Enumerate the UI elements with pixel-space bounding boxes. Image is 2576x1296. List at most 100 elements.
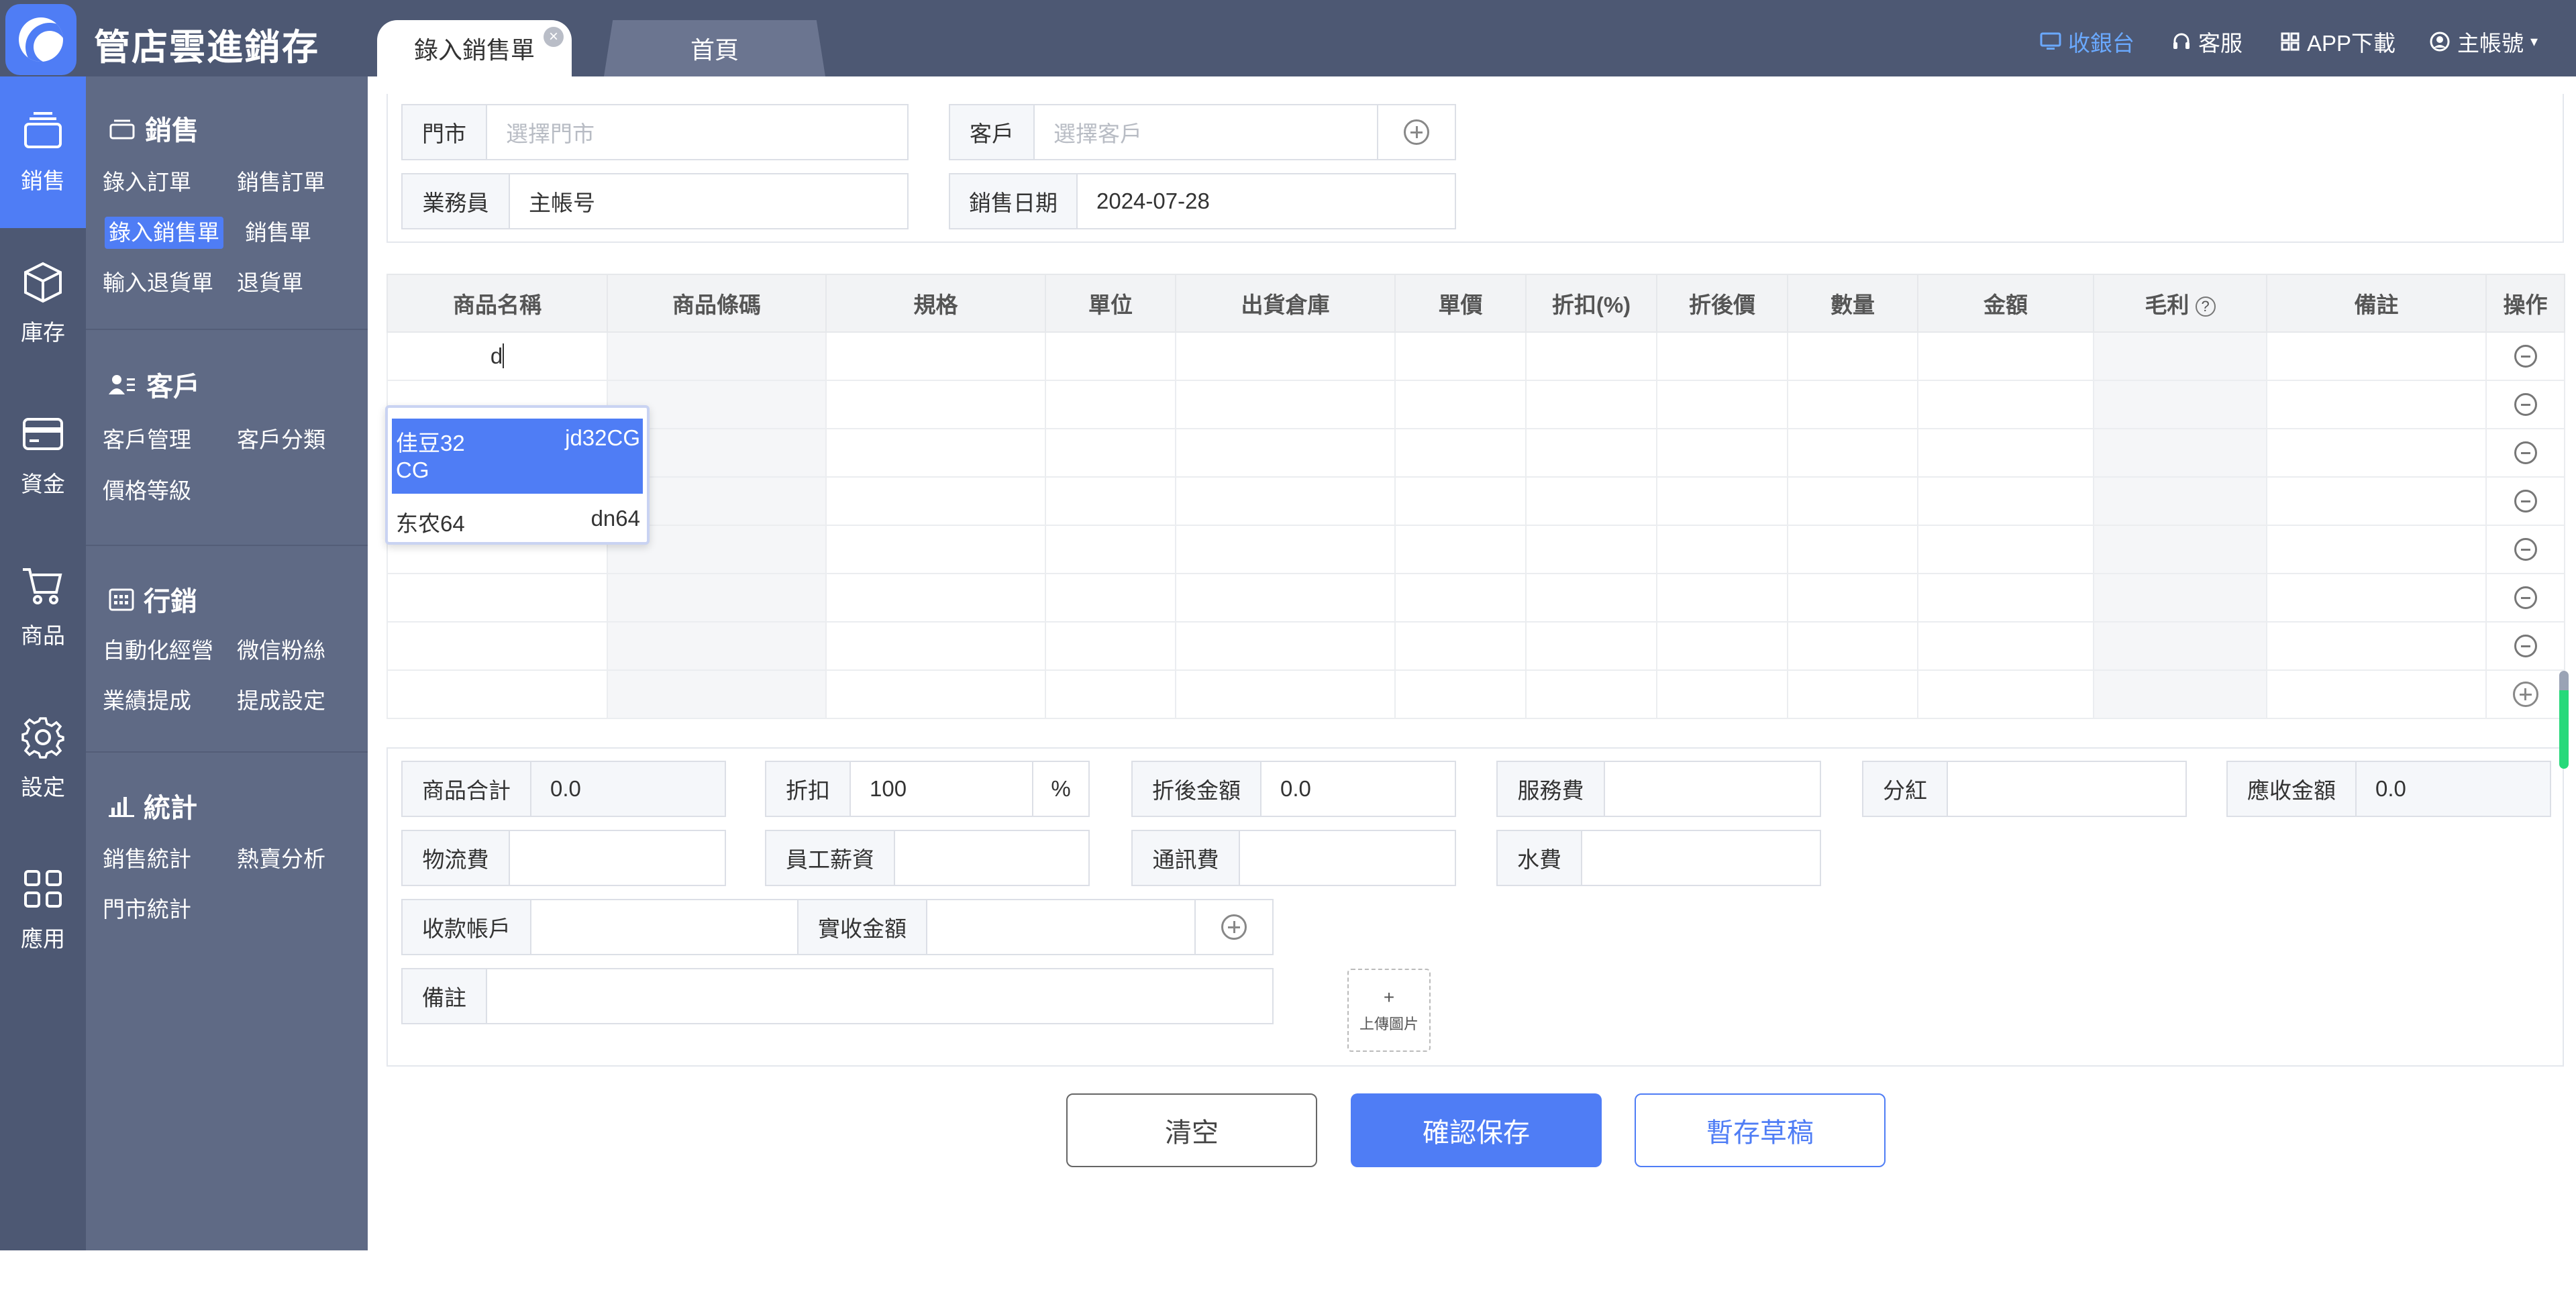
product-name-cell[interactable]: d bbox=[387, 331, 608, 381]
link-wechat-fans[interactable]: 微信粉絲 bbox=[233, 635, 329, 667]
remark-field[interactable]: 備註 bbox=[401, 968, 1274, 1024]
discounted-amount-field[interactable]: 折後金額 0.0 bbox=[1131, 761, 1456, 817]
help-circle-icon[interactable]: ? bbox=[2195, 296, 2216, 317]
table-cell[interactable] bbox=[1787, 573, 1918, 623]
link-return-slip[interactable]: 退貨單 bbox=[233, 267, 307, 299]
table-cell[interactable] bbox=[2266, 380, 2487, 429]
table-cell[interactable] bbox=[1045, 380, 1176, 429]
table-cell[interactable] bbox=[1917, 573, 2094, 623]
table-cell[interactable] bbox=[607, 621, 827, 671]
table-cell[interactable] bbox=[2093, 331, 2267, 381]
table-cell[interactable] bbox=[2093, 573, 2267, 623]
cashier-link[interactable]: 收銀台 bbox=[2040, 25, 2134, 58]
add-row-icon[interactable] bbox=[2512, 682, 2538, 707]
salesperson-field[interactable]: 業務員 主帳号 bbox=[401, 173, 909, 229]
logistics-fee-field[interactable]: 物流費 bbox=[401, 830, 726, 886]
confirm-save-button[interactable]: 確認保存 bbox=[1351, 1093, 1602, 1167]
remove-row-icon[interactable] bbox=[2514, 538, 2537, 561]
table-cell[interactable] bbox=[1525, 525, 1657, 574]
nav-sales[interactable]: 銷售 bbox=[0, 76, 86, 228]
table-cell[interactable] bbox=[825, 621, 1046, 671]
table-cell[interactable] bbox=[1787, 476, 1918, 526]
table-cell[interactable] bbox=[1525, 621, 1657, 671]
table-cell[interactable] bbox=[2266, 476, 2487, 526]
table-cell[interactable] bbox=[1045, 621, 1176, 671]
link-customer-category[interactable]: 客戶分類 bbox=[233, 424, 329, 456]
table-cell[interactable] bbox=[1394, 380, 1527, 429]
tab-home[interactable]: 首頁 bbox=[604, 20, 825, 76]
nav-products[interactable]: 商品 bbox=[0, 531, 86, 683]
water-fee-field[interactable]: 水費 bbox=[1496, 830, 1821, 886]
upload-image-button[interactable]: + 上傳圖片 bbox=[1347, 969, 1431, 1052]
discount-field[interactable]: 折扣 100 % bbox=[765, 761, 1090, 817]
table-cell[interactable] bbox=[1394, 573, 1527, 623]
table-cell[interactable] bbox=[1394, 331, 1527, 381]
table-cell[interactable] bbox=[1787, 525, 1918, 574]
link-commission-settings[interactable]: 提成設定 bbox=[233, 685, 329, 717]
remove-row-icon[interactable] bbox=[2514, 345, 2537, 368]
nav-funds[interactable]: 資金 bbox=[0, 380, 86, 531]
link-store-stats[interactable]: 門市統計 bbox=[99, 894, 195, 926]
table-cell[interactable] bbox=[1045, 525, 1176, 574]
table-cell[interactable] bbox=[1045, 476, 1176, 526]
table-cell[interactable] bbox=[825, 331, 1046, 381]
product-name-cell[interactable] bbox=[387, 621, 608, 671]
table-cell[interactable] bbox=[2266, 331, 2487, 381]
table-cell[interactable] bbox=[1394, 525, 1527, 574]
link-customer-manage[interactable]: 客戶管理 bbox=[99, 424, 195, 456]
table-cell[interactable] bbox=[1787, 331, 1918, 381]
product-name-input[interactable]: d bbox=[490, 343, 505, 368]
table-cell[interactable] bbox=[1917, 525, 2094, 574]
table-cell[interactable] bbox=[2266, 428, 2487, 478]
table-cell[interactable] bbox=[1525, 669, 1657, 719]
table-cell[interactable] bbox=[1917, 380, 2094, 429]
table-cell[interactable] bbox=[1656, 621, 1788, 671]
table-cell[interactable] bbox=[607, 331, 827, 381]
table-cell[interactable] bbox=[1525, 331, 1657, 381]
table-cell[interactable] bbox=[825, 380, 1046, 429]
product-name-cell[interactable] bbox=[387, 573, 608, 623]
customer-select[interactable]: 客戶 選擇客戶 bbox=[949, 104, 1456, 160]
table-cell[interactable] bbox=[825, 669, 1046, 719]
table-cell[interactable] bbox=[1787, 621, 1918, 671]
sales-date-field[interactable]: 銷售日期 2024-07-28 bbox=[949, 173, 1456, 229]
table-cell[interactable] bbox=[1787, 380, 1918, 429]
table-cell[interactable] bbox=[825, 573, 1046, 623]
table-cell[interactable] bbox=[1917, 476, 2094, 526]
table-cell[interactable] bbox=[1045, 573, 1176, 623]
product-name-cell[interactable] bbox=[387, 669, 608, 719]
table-cell[interactable] bbox=[1656, 669, 1788, 719]
table-cell[interactable] bbox=[1394, 428, 1527, 478]
table-cell[interactable] bbox=[1045, 331, 1176, 381]
suggestion-item[interactable]: 佳豆32 jd32CG CG bbox=[392, 419, 643, 494]
table-cell[interactable] bbox=[1525, 428, 1657, 478]
table-cell[interactable] bbox=[2093, 380, 2267, 429]
staff-salary-field[interactable]: 員工薪資 bbox=[765, 830, 1090, 886]
remove-row-icon[interactable] bbox=[2514, 441, 2537, 464]
link-automation[interactable]: 自動化經營 bbox=[99, 635, 217, 667]
bonus-field[interactable]: 分紅 bbox=[1862, 761, 2187, 817]
table-cell[interactable] bbox=[2093, 525, 2267, 574]
remove-row-icon[interactable] bbox=[2514, 490, 2537, 512]
remove-row-icon[interactable] bbox=[2514, 586, 2537, 609]
table-cell[interactable] bbox=[1656, 428, 1788, 478]
payment-account-input[interactable] bbox=[531, 900, 798, 954]
service-link[interactable]: 客服 bbox=[2171, 25, 2243, 58]
remove-row-icon[interactable] bbox=[2514, 393, 2537, 416]
remove-row-icon[interactable] bbox=[2514, 635, 2537, 657]
table-cell[interactable] bbox=[1917, 331, 2094, 381]
service-fee-field[interactable]: 服務費 bbox=[1496, 761, 1821, 817]
telecom-fee-field[interactable]: 通訊費 bbox=[1131, 830, 1456, 886]
table-cell[interactable] bbox=[1175, 525, 1396, 574]
table-cell[interactable] bbox=[2093, 669, 2267, 719]
add-customer-button[interactable] bbox=[1377, 105, 1455, 159]
table-cell[interactable] bbox=[1656, 476, 1788, 526]
link-commission[interactable]: 業績提成 bbox=[99, 685, 195, 717]
table-cell[interactable] bbox=[1045, 669, 1176, 719]
table-cell[interactable] bbox=[1175, 428, 1396, 478]
link-sales-order[interactable]: 銷售訂單 bbox=[233, 166, 329, 199]
nav-settings[interactable]: 設定 bbox=[0, 683, 86, 834]
table-cell[interactable] bbox=[1175, 476, 1396, 526]
table-cell[interactable] bbox=[1175, 669, 1396, 719]
table-cell[interactable] bbox=[607, 573, 827, 623]
